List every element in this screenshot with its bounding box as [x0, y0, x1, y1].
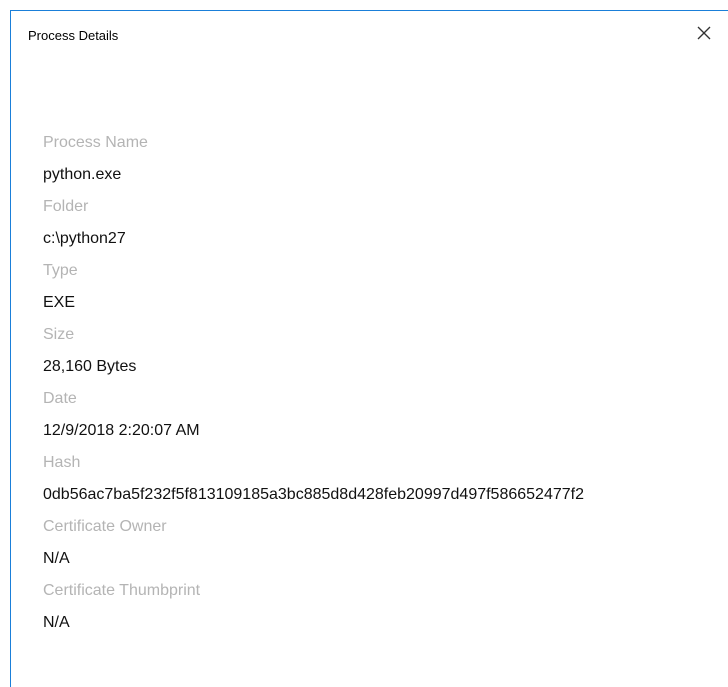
details-list: Process Name python.exe Folder c:\python…	[43, 127, 713, 639]
field-value: c:\python27	[43, 230, 126, 247]
field-label: Size	[43, 326, 75, 343]
close-button[interactable]	[694, 23, 714, 43]
field-value: 28,160 Bytes	[43, 358, 137, 375]
field-hash: Hash 0db56ac7ba5f232f5f813109185a3bc885d…	[43, 447, 713, 511]
field-label: Certificate Owner	[43, 518, 167, 535]
field-process-name: Process Name python.exe	[43, 127, 713, 191]
field-value: N/A	[43, 614, 70, 631]
field-value: 12/9/2018 2:20:07 AM	[43, 422, 200, 439]
field-label: Folder	[43, 198, 89, 215]
field-value: EXE	[43, 294, 76, 311]
field-certificate-thumbprint: Certificate Thumbprint N/A	[43, 575, 713, 639]
field-value: N/A	[43, 550, 70, 567]
field-value: python.exe	[43, 166, 122, 183]
process-details-dialog: Process Details Process Name python.exe …	[10, 10, 728, 687]
field-value: 0db56ac7ba5f232f5f813109185a3bc885d8d428…	[43, 486, 584, 503]
field-date: Date 12/9/2018 2:20:07 AM	[43, 383, 713, 447]
field-size: Size 28,160 Bytes	[43, 319, 713, 383]
field-certificate-owner: Certificate Owner N/A	[43, 511, 713, 575]
field-type: Type EXE	[43, 255, 713, 319]
dialog-title: Process Details	[28, 28, 119, 43]
field-folder: Folder c:\python27	[43, 191, 713, 255]
field-label: Certificate Thumbprint	[43, 582, 201, 599]
field-label: Date	[43, 390, 77, 407]
field-label: Process Name	[43, 134, 148, 151]
field-label: Type	[43, 262, 78, 279]
field-label: Hash	[43, 454, 81, 471]
close-icon	[697, 26, 711, 40]
